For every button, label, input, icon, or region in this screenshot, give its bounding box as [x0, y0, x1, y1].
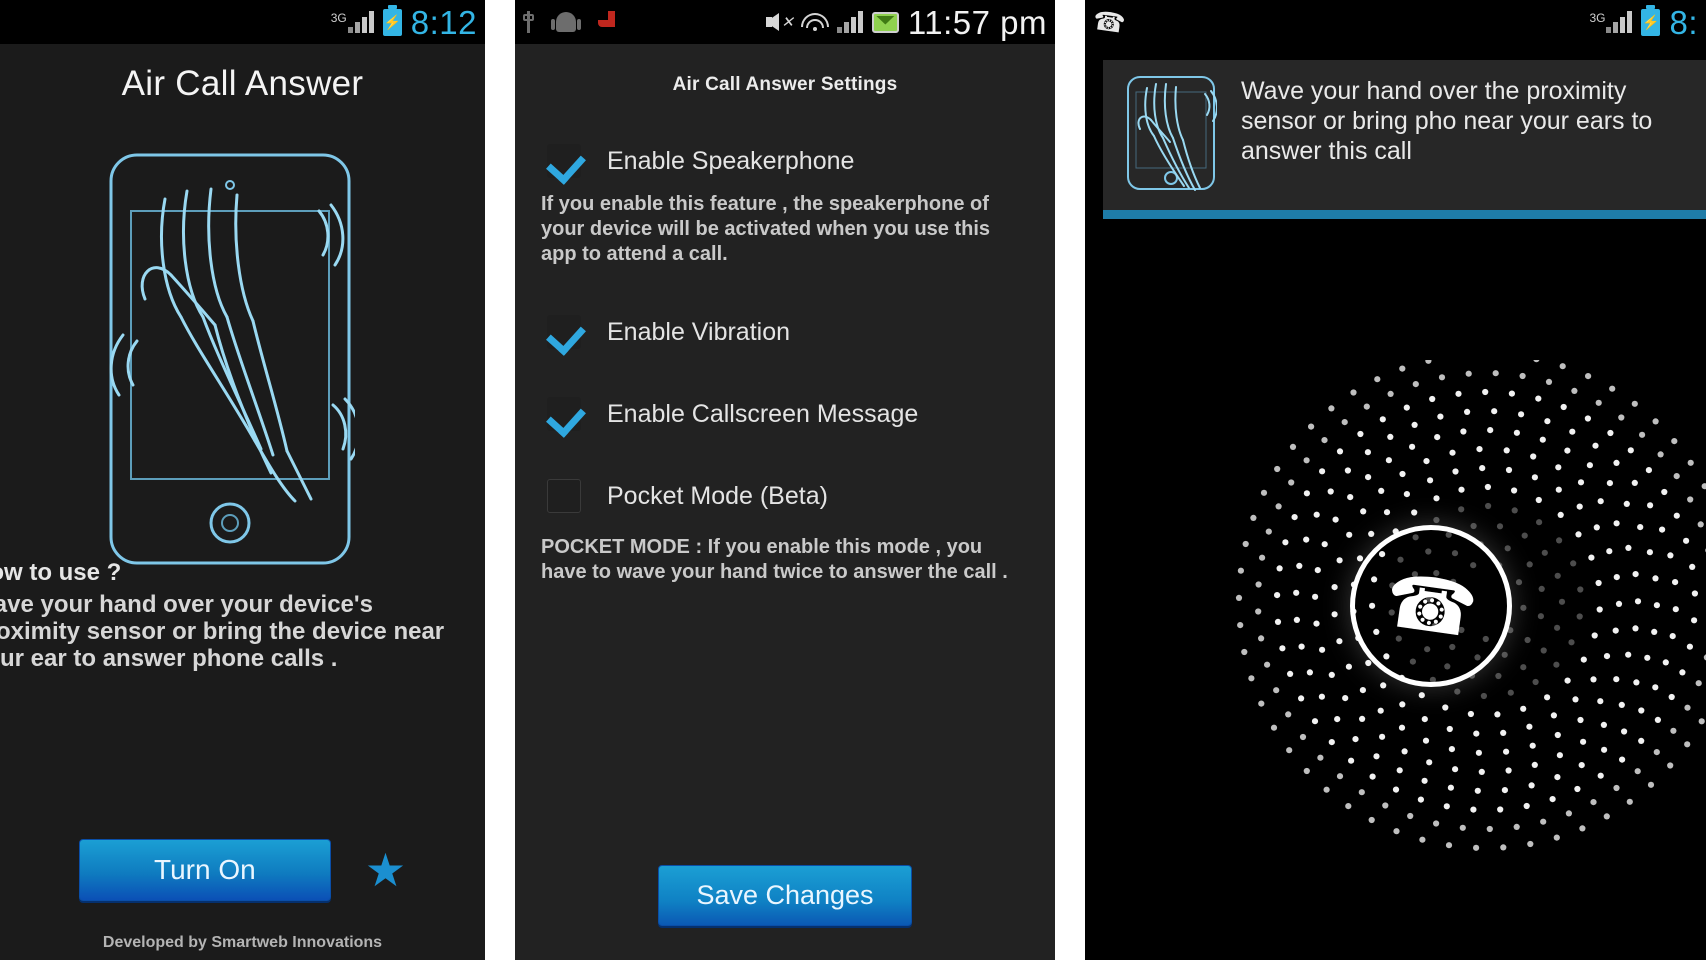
- answer-ring-area: ☎: [1085, 360, 1706, 880]
- status-bar-clock: 8:: [1669, 3, 1698, 41]
- usb-icon: [523, 11, 534, 33]
- callscreen-notification[interactable]: Wave your hand over the proximity sensor…: [1103, 60, 1706, 219]
- signal-icon: 3G: [1589, 11, 1633, 33]
- developer-credit: Developed by Smartweb Innovations: [102, 934, 383, 951]
- status-bar-call: ☎ 3G ⚡ 8:: [1085, 0, 1706, 44]
- setting-row-callscreen-message[interactable]: Enable Callscreen Message: [515, 397, 1055, 431]
- checkbox-speakerphone[interactable]: [547, 144, 581, 178]
- main-actions: Turn On ★: [0, 839, 485, 901]
- setting-row-pocket-mode[interactable]: Pocket Mode (Beta): [515, 479, 1055, 513]
- turn-on-button[interactable]: Turn On: [78, 839, 331, 901]
- checkbox-callscreen-message[interactable]: [547, 397, 581, 431]
- status-bar-right-icons: 3G ⚡ 8:12: [331, 3, 477, 41]
- battery-charging-icon: ⚡: [1641, 4, 1661, 36]
- status-bar-left-icons: ☎: [1091, 4, 1589, 40]
- panel-incoming-call-screen: ☎ 3G ⚡ 8: Wave your hand over the proxim…: [1085, 0, 1706, 960]
- panel-main-screen: 3G ⚡ 8:12 Air Call Answer w to use ? Wav…: [0, 0, 485, 960]
- battery-charging-icon: ⚡: [382, 4, 402, 36]
- star-icon[interactable]: ★: [365, 847, 406, 893]
- setting-row-speakerphone[interactable]: Enable Speakerphone: [515, 144, 1055, 178]
- answer-call-button[interactable]: ☎: [1350, 525, 1512, 687]
- checkbox-vibration[interactable]: [547, 315, 581, 349]
- panel-divider-1: [485, 0, 515, 960]
- status-bar-clock: 8:12: [410, 3, 477, 41]
- panel-divider-2: [1055, 0, 1085, 960]
- status-bar-clock: 11:57 pm: [907, 3, 1047, 41]
- notification-text: Wave your hand over the proximity sensor…: [1241, 77, 1653, 165]
- save-changes-button[interactable]: Save Changes: [658, 865, 912, 926]
- setting-label-callscreen-message: Enable Callscreen Message: [607, 399, 919, 428]
- howto-body: Wave your hand over your device's proxim…: [0, 591, 445, 672]
- wifi-icon: [801, 12, 830, 32]
- settings-body: Air Call Answer Settings Enable Speakerp…: [515, 44, 1055, 960]
- panel-settings-screen: ✕ 11:57 pm Air Call Answer Settings Enab…: [515, 0, 1055, 960]
- page-title: Air Call Answer: [121, 64, 364, 103]
- status-bar-left-icons: [523, 11, 766, 33]
- screenshot-collage: 3G ⚡ 8:12 Air Call Answer w to use ? Wav…: [0, 0, 1706, 960]
- howto-heading: How to use ?: [0, 559, 122, 586]
- settings-actions: Save Changes: [515, 865, 1055, 926]
- howto-block: How to use ? Wave your hand over your de…: [0, 559, 472, 673]
- call-screen-body: Wave your hand over the proximity sensor…: [1085, 60, 1706, 960]
- signal-icon: [836, 11, 863, 33]
- mute-icon: ✕: [766, 13, 794, 31]
- setting-label-vibration: Enable Vibration: [607, 317, 791, 346]
- setting-label-pocket-mode: Pocket Mode (Beta): [607, 481, 828, 510]
- phone-handset-icon: ☎: [1379, 557, 1483, 654]
- checkbox-pocket-mode[interactable]: [547, 479, 581, 513]
- android-icon: [551, 12, 581, 32]
- pocket-mode-description: POCKET MODE : If you enable this mode , …: [541, 536, 1008, 583]
- message-icon: [871, 11, 899, 33]
- status-bar-settings: ✕ 11:57 pm: [515, 0, 1055, 44]
- status-bar-right-icons: ✕ 11:57 pm: [766, 6, 1047, 39]
- main-screen-body: Air Call Answer w to use ? Wave your han…: [0, 44, 485, 960]
- network-type-label: 3G: [1589, 11, 1606, 25]
- setting-row-vibration[interactable]: Enable Vibration: [515, 315, 1055, 349]
- phone-icon: ☎: [1091, 4, 1128, 40]
- hand-over-phone-icon: [1125, 74, 1218, 192]
- status-bar-right-icons: 3G ⚡ 8:: [1589, 3, 1698, 41]
- settings-title: Air Call Answer Settings: [672, 74, 898, 95]
- signal-icon: 3G: [331, 11, 374, 33]
- speakerphone-description: If you enable this feature , the speaker…: [541, 193, 991, 265]
- red-arrow-icon: [598, 11, 616, 33]
- hand-over-phone-illustration: [105, 149, 361, 569]
- setting-label-speakerphone: Enable Speakerphone: [607, 146, 855, 175]
- status-bar-main: 3G ⚡ 8:12: [0, 0, 485, 44]
- network-type-label: 3G: [330, 11, 347, 25]
